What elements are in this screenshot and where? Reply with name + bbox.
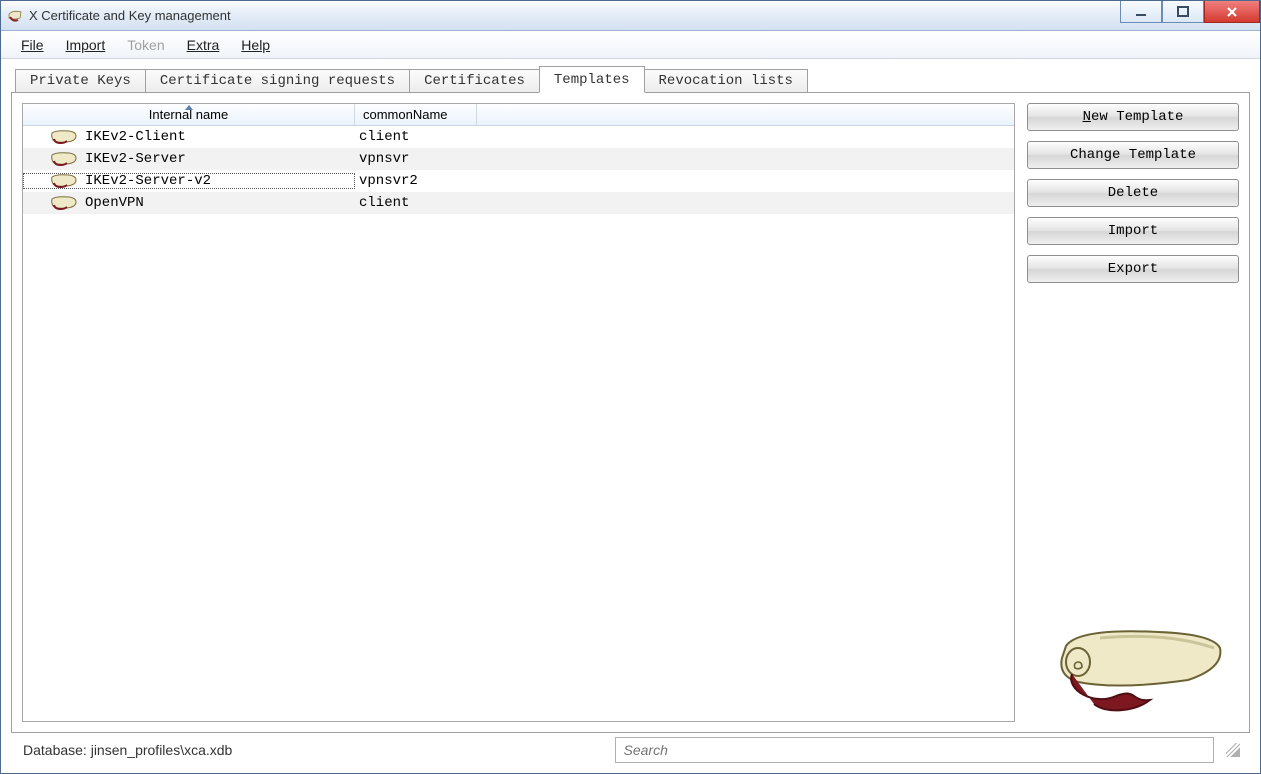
table-row[interactable]: IKEv2-Client client [23, 126, 1014, 148]
list-rows[interactable]: IKEv2-ClientclientIKEv2-ServervpnsvrIKEv… [23, 126, 1014, 721]
cell-internal-name: IKEv2-Client [23, 129, 355, 145]
tab-strip: Private Keys Certificate signing request… [15, 69, 1250, 93]
scroll-ribbon-icon [1038, 618, 1228, 718]
titlebar[interactable]: X Certificate and Key management [1, 1, 1260, 31]
decorative-image [1027, 293, 1239, 722]
cell-common-name: vpnsvr [355, 151, 477, 167]
tab-revocation[interactable]: Revocation lists [644, 69, 808, 93]
resize-grip[interactable] [1226, 743, 1240, 757]
column-common-name[interactable]: commonName [355, 104, 477, 125]
cell-common-name: client [355, 129, 477, 145]
menubar: File Import Token Extra Help [1, 31, 1260, 59]
new-template-button[interactable]: New Template [1027, 103, 1239, 131]
row-name: IKEv2-Server [85, 151, 186, 167]
tab-certificates[interactable]: Certificates [409, 69, 540, 93]
tab-body: Internal name commonName IKEv2-Client cli… [11, 92, 1250, 733]
list-header: Internal name commonName [23, 104, 1014, 126]
tab-templates[interactable]: Templates [539, 66, 645, 93]
column-label: commonName [363, 107, 448, 122]
template-icon [49, 129, 79, 145]
template-icon [49, 195, 79, 211]
export-button[interactable]: Export [1027, 255, 1239, 283]
column-spacer [477, 104, 1014, 125]
maximize-icon [1177, 6, 1189, 18]
tab-private-keys[interactable]: Private Keys [15, 69, 146, 93]
delete-button[interactable]: Delete [1027, 179, 1239, 207]
close-button[interactable] [1204, 1, 1260, 23]
app-icon [7, 8, 23, 24]
side-button-panel: New Template Change Template Delete Impo… [1027, 103, 1239, 722]
template-list: Internal name commonName IKEv2-Client cli… [22, 103, 1015, 722]
column-internal-name[interactable]: Internal name [23, 104, 355, 125]
close-icon [1225, 5, 1239, 19]
menu-extra[interactable]: Extra [177, 34, 230, 56]
menu-token: Token [117, 34, 174, 56]
template-icon [49, 173, 79, 189]
cell-common-name: client [355, 195, 477, 211]
tab-csr[interactable]: Certificate signing requests [145, 69, 410, 93]
row-name: IKEv2-Client [85, 129, 186, 145]
app-window: X Certificate and Key management File Im… [0, 0, 1261, 774]
scroll-ribbon-icon [7, 8, 23, 24]
window-controls [1120, 1, 1260, 30]
menu-file[interactable]: File [11, 34, 54, 56]
window-title: X Certificate and Key management [29, 8, 1120, 23]
minimize-icon [1135, 6, 1147, 18]
client-area: Private Keys Certificate signing request… [1, 59, 1260, 773]
change-template-button[interactable]: Change Template [1027, 141, 1239, 169]
database-label: Database: jinsen_profiles\xca.xdb [21, 742, 605, 758]
menu-help[interactable]: Help [231, 34, 280, 56]
statusbar: Database: jinsen_profiles\xca.xdb [11, 733, 1250, 767]
table-row[interactable]: OpenVPN client [23, 192, 1014, 214]
menu-import[interactable]: Import [56, 34, 116, 56]
import-button[interactable]: Import [1027, 217, 1239, 245]
table-row[interactable]: IKEv2-Server vpnsvr [23, 148, 1014, 170]
row-name: IKEv2-Server-v2 [85, 173, 211, 189]
cell-internal-name: IKEv2-Server [23, 151, 355, 167]
sort-asc-icon [185, 105, 193, 110]
cell-common-name: vpnsvr2 [355, 173, 477, 189]
row-name: OpenVPN [85, 195, 144, 211]
maximize-button[interactable] [1162, 1, 1204, 23]
cell-internal-name: OpenVPN [23, 195, 355, 211]
table-row[interactable]: IKEv2-Server-v2 vpnsvr2 [23, 170, 1014, 192]
cell-internal-name: IKEv2-Server-v2 [23, 173, 355, 189]
search-input[interactable] [615, 737, 1215, 763]
template-icon [49, 151, 79, 167]
minimize-button[interactable] [1120, 1, 1162, 23]
